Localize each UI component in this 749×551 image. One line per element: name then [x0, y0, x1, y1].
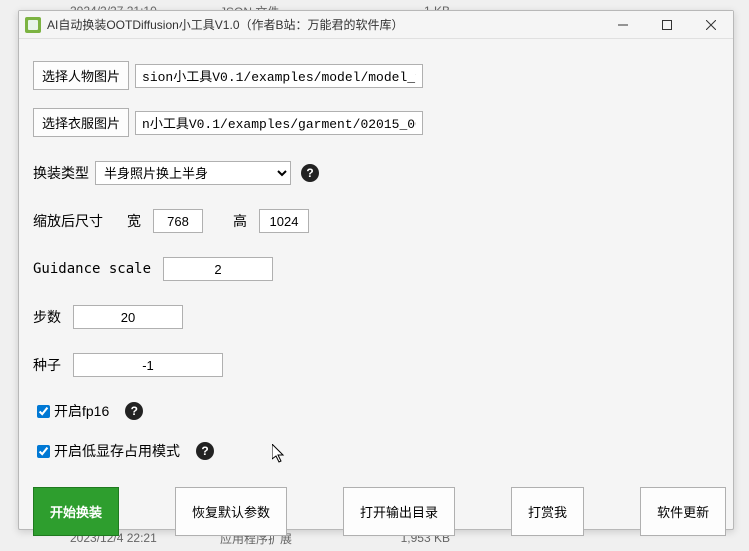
row-guidance: Guidance scale	[33, 257, 719, 281]
minimize-icon	[618, 20, 628, 30]
seed-label: 种子	[33, 355, 61, 375]
row-lowmem: 开启低显存占用模式 ?	[33, 441, 719, 461]
donate-button[interactable]: 打赏我	[511, 487, 584, 536]
fp16-label: 开启fp16	[54, 401, 109, 421]
steps-input[interactable]	[73, 305, 183, 329]
maximize-button[interactable]	[645, 11, 689, 39]
titlebar[interactable]: AI自动换装OOTDiffusion小工具V1.0（作者B站：万能君的软件库）	[19, 11, 733, 39]
minimize-button[interactable]	[601, 11, 645, 39]
help-icon[interactable]: ?	[196, 442, 214, 460]
maximize-icon	[662, 20, 672, 30]
width-label: 宽	[127, 211, 141, 231]
guidance-input[interactable]	[163, 257, 273, 281]
width-input[interactable]	[153, 209, 203, 233]
lowmem-label: 开启低显存占用模式	[54, 441, 180, 461]
close-icon	[706, 20, 716, 30]
height-label: 高	[233, 211, 247, 231]
row-fp16: 开启fp16 ?	[33, 401, 719, 421]
row-type: 换装类型 半身照片换上半身 ?	[33, 161, 719, 185]
help-icon[interactable]: ?	[125, 402, 143, 420]
app-icon	[25, 17, 41, 33]
reset-button[interactable]: 恢复默认参数	[175, 487, 287, 536]
row-select-garment: 选择衣服图片	[33, 108, 719, 137]
steps-label: 步数	[33, 307, 61, 327]
open-output-button[interactable]: 打开输出目录	[343, 487, 455, 536]
row-size: 缩放后尺寸 宽 高	[33, 209, 719, 233]
app-window: AI自动换装OOTDiffusion小工具V1.0（作者B站：万能君的软件库） …	[18, 10, 734, 530]
help-icon[interactable]: ?	[301, 164, 319, 182]
close-button[interactable]	[689, 11, 733, 39]
type-select[interactable]: 半身照片换上半身	[95, 161, 291, 185]
select-person-button[interactable]: 选择人物图片	[33, 61, 129, 90]
start-button[interactable]: 开始换装	[33, 487, 119, 536]
height-input[interactable]	[259, 209, 309, 233]
fp16-checkbox[interactable]	[37, 405, 50, 418]
lowmem-checkbox[interactable]	[37, 445, 50, 458]
update-button[interactable]: 软件更新	[640, 487, 726, 536]
row-select-person: 选择人物图片	[33, 61, 719, 90]
row-steps: 步数	[33, 305, 719, 329]
window-title: AI自动换装OOTDiffusion小工具V1.0（作者B站：万能君的软件库）	[47, 16, 601, 33]
person-path-input[interactable]	[135, 64, 423, 88]
guidance-label: Guidance scale	[33, 261, 151, 277]
action-row: 开始换装 恢复默认参数 打开输出目录 打赏我 软件更新	[33, 487, 719, 536]
select-garment-button[interactable]: 选择衣服图片	[33, 108, 129, 137]
garment-path-input[interactable]	[135, 111, 423, 135]
seed-input[interactable]	[73, 353, 223, 377]
size-label: 缩放后尺寸	[33, 211, 103, 231]
type-label: 换装类型	[33, 163, 89, 183]
content-area: 选择人物图片 选择衣服图片 换装类型 半身照片换上半身 ? 缩放后尺寸 宽 高 …	[19, 39, 733, 550]
row-seed: 种子	[33, 353, 719, 377]
